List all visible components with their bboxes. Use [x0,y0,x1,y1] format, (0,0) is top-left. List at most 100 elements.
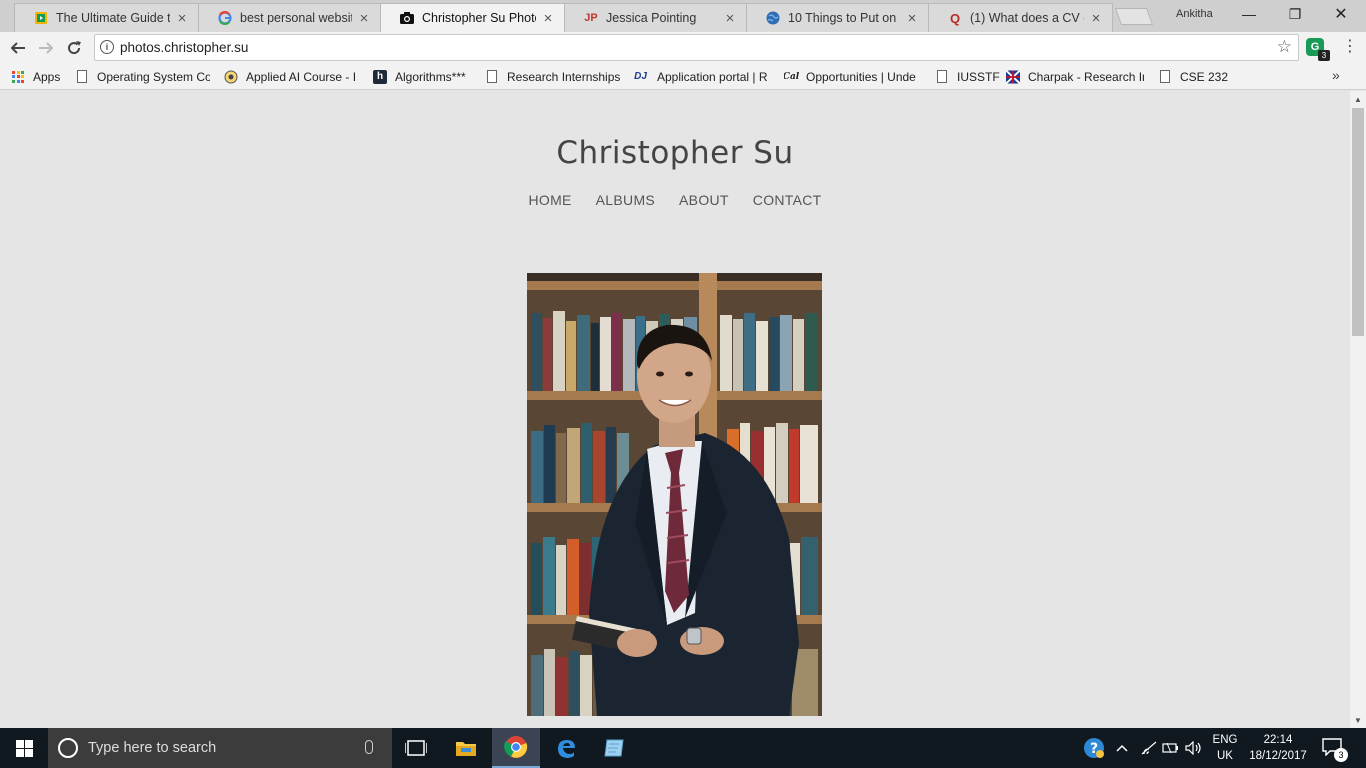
clock-time: 22:14 [1263,734,1293,746]
close-icon[interactable]: × [356,10,372,27]
edge-icon [558,740,575,758]
help-tray-icon[interactable]: ? [1082,728,1106,768]
bookmark-cse-232[interactable]: CSE 232 [1158,68,1228,85]
bookmark-charpak[interactable]: Charpak - Research In [1006,68,1144,85]
taskbar-search[interactable]: Type here to search [48,728,392,768]
close-icon[interactable]: × [904,10,920,27]
bookmarks-overflow-icon[interactable]: » [1332,67,1340,83]
bookmark-application-portal[interactable]: DJ Application portal | R [632,68,770,85]
language-region: UK [1217,750,1233,762]
back-button[interactable] [6,36,30,60]
tab-christopher-su-photos[interactable]: Christopher Su Photos × [380,3,565,32]
file-explorer-button[interactable] [442,728,490,768]
close-window-button[interactable]: ✕ [1318,0,1364,28]
bookmark-label: Applied AI Course - I [246,69,357,84]
tab-quora-cv[interactable]: Q (1) What does a CV of a × [928,3,1113,32]
bookmark-apps[interactable]: Apps [11,68,60,85]
nav-contact[interactable]: CONTACT [753,192,822,208]
forward-arrow-icon [39,42,54,54]
browser-toolbar: i photos.christopher.su ☆ [0,32,1366,63]
app-taskbar-button[interactable] [590,728,638,768]
search-placeholder: Type here to search [88,740,217,756]
clock-date: 18/12/2017 [1249,750,1307,762]
back-arrow-icon [10,42,25,54]
new-tab-button[interactable] [1114,8,1154,25]
bookmark-operating-system[interactable]: Operating System Co [75,68,210,85]
bookmark-label: Application portal | R [657,69,768,84]
bookmark-label: Algorithms*** [395,69,466,84]
task-view-button[interactable] [392,728,440,768]
scroll-down-icon[interactable]: ▼ [1354,716,1362,725]
folder-icon [456,742,476,756]
tab-title: 10 Things to Put on You [788,11,900,25]
url-text[interactable]: photos.christopher.su [120,40,248,55]
page-scrollbar[interactable]: ▲ ▼ [1350,91,1366,728]
chrome-taskbar-button[interactable] [492,728,540,768]
close-icon[interactable]: × [1088,10,1104,27]
start-button[interactable] [0,728,48,768]
bookmark-label: CSE 232 [1180,69,1229,84]
profile-name[interactable]: Ankitha [1176,8,1213,20]
edge-taskbar-button[interactable] [542,728,590,768]
bookmark-research-internships[interactable]: Research Internships [485,68,620,85]
scroll-up-icon[interactable]: ▲ [1354,95,1362,104]
tab-ultimate-guide[interactable]: The Ultimate Guide to P × [14,3,199,32]
tab-title: Jessica Pointing [606,11,697,25]
restore-button[interactable]: ❐ [1272,0,1318,28]
site-nav: HOME ALBUMS ABOUT CONTACT [0,192,1350,208]
portrait-photo[interactable] [527,273,822,716]
bookmark-label: Apps [33,69,61,84]
language-indicator[interactable]: ENG UK [1208,732,1242,764]
minimize-button[interactable]: — [1226,0,1272,28]
address-bar[interactable]: i photos.christopher.su ☆ [94,34,1299,61]
dj-icon: DJ [634,71,647,82]
tab-jessica-pointing[interactable]: JP Jessica Pointing × [564,3,747,32]
task-view-icon [405,740,427,756]
page-icon [935,70,949,84]
windows-logo-icon [15,739,33,757]
tab-10-things[interactable]: 10 Things to Put on You × [746,3,929,32]
notepad-icon [604,739,624,757]
battery-icon[interactable] [1160,728,1182,768]
site-title[interactable]: Christopher Su [0,135,1350,171]
language-code: ENG [1212,734,1238,746]
portrait-illustration [527,273,822,716]
microphone-icon[interactable] [365,740,373,754]
tab-strip: The Ultimate Guide to P × best personal … [0,0,1366,32]
applied-ai-icon [224,70,238,84]
close-icon[interactable]: × [540,10,556,27]
bookmark-iusstf[interactable]: IUSSTF [935,68,1000,85]
globe-icon [765,10,781,26]
bookmark-label: Research Internships [507,69,621,84]
classroom-icon [33,10,49,26]
tab-best-personal-websites[interactable]: best personal websites × [198,3,381,32]
tab-title: best personal websites [240,11,352,25]
close-icon[interactable]: × [722,10,738,27]
scroll-thumb[interactable] [1352,108,1364,336]
bookmark-opportunities[interactable]: Cal Opportunities | Unde [784,68,920,85]
close-icon[interactable]: × [174,10,190,27]
network-icon[interactable] [1138,728,1160,768]
charpak-icon [1006,69,1020,84]
clock[interactable]: 22:14 18/12/2017 [1244,732,1312,764]
nav-about[interactable]: ABOUT [679,192,729,208]
bookmark-star-icon[interactable]: ☆ [1277,37,1292,57]
nav-albums[interactable]: ALBUMS [596,192,655,208]
nav-home[interactable]: HOME [528,192,571,208]
bookmark-label: Operating System Co [97,69,210,84]
windows-taskbar: Type here to search ? ENG UK 22:14 18/12… [0,728,1366,768]
bookmark-algorithms[interactable]: h Algorithms*** [373,68,466,85]
page-icon [1158,70,1172,84]
forward-button[interactable] [34,36,58,60]
reload-button[interactable] [62,36,86,60]
chevron-up-icon[interactable] [1112,728,1132,768]
info-icon[interactable]: i [100,40,114,54]
page-icon [75,70,89,84]
chrome-menu-icon[interactable]: ⋮ [1342,38,1358,56]
bookmark-applied-ai[interactable]: Applied AI Course - I [224,68,360,85]
volume-icon[interactable] [1183,728,1205,768]
bookmark-label: Charpak - Research In [1028,69,1144,84]
bookmark-label: Opportunities | Unde [806,69,916,84]
chrome-icon [504,736,528,758]
hackerrank-icon: h [373,69,387,84]
